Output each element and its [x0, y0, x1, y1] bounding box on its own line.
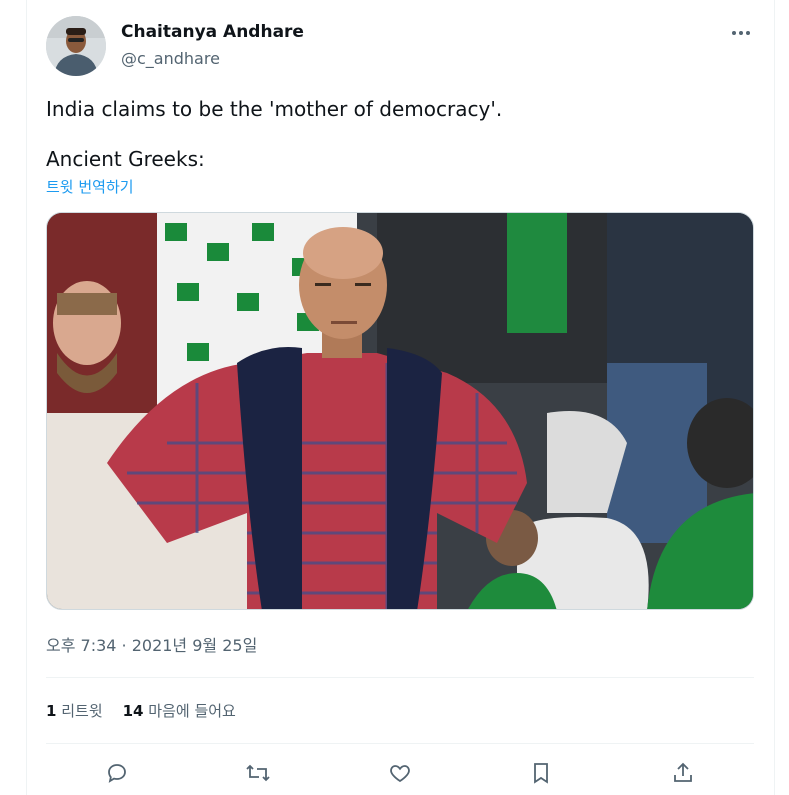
divider-top [46, 677, 754, 678]
heart-icon[interactable] [385, 758, 415, 788]
likes-stat[interactable]: 14 마음에 들어요 [123, 700, 236, 721]
more-dots-icon[interactable] [727, 22, 755, 44]
avatar[interactable] [46, 16, 106, 76]
divider-bottom [46, 743, 754, 744]
share-icon[interactable] [668, 758, 698, 788]
reply-icon[interactable] [102, 758, 132, 788]
tweet-timestamp[interactable]: 오후 7:34 · 2021년 9월 25일 [46, 632, 257, 656]
likes-count: 14 [122, 702, 144, 720]
tweet-text-line-1: India claims to be the 'mother of democr… [46, 97, 503, 121]
retweets-count: 1 [46, 702, 57, 720]
action-bar [46, 758, 754, 788]
retweets-label: 리트윗 [61, 702, 103, 720]
tweet-page: Chaitanya Andhare @c_andhare India claim… [0, 0, 789, 795]
author-handle[interactable]: @c_andhare [121, 49, 220, 68]
tweet-media-image[interactable] [46, 212, 754, 610]
bookmark-icon[interactable] [526, 758, 556, 788]
author-name[interactable]: Chaitanya Andhare [121, 22, 304, 42]
avatar-image [46, 16, 106, 76]
meme-photo [47, 213, 753, 609]
likes-label: 마음에 들어요 [148, 702, 236, 720]
tweet-text-line-2: Ancient Greeks: [46, 147, 205, 171]
tweet-stats: 1 리트윗 14 마음에 들어요 [46, 700, 236, 721]
retweets-stat[interactable]: 1 리트윗 [46, 700, 103, 721]
translate-tweet-link[interactable]: 트윗 번역하기 [46, 176, 134, 197]
retweet-icon[interactable] [243, 758, 273, 788]
